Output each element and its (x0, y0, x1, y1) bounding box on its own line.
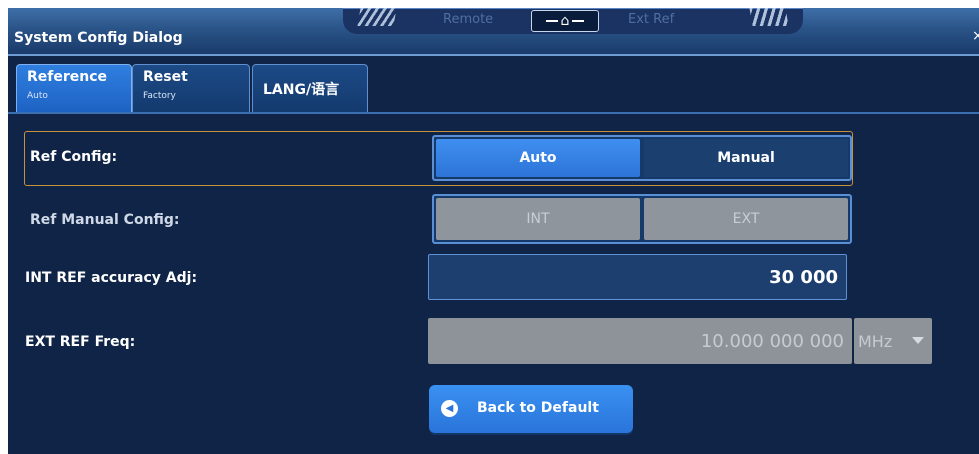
home-button[interactable]: ⌂ (531, 10, 599, 32)
title-bar: System Config Dialog Remote ⌂ Ext Ref × (8, 8, 979, 56)
home-line-right (572, 20, 585, 22)
chevron-down-icon (912, 337, 924, 344)
tab-underline (8, 112, 979, 114)
home-icon: ⌂ (560, 13, 570, 29)
ref-manual-ext-option[interactable]: EXT (644, 198, 848, 240)
ext-ref-freq-input[interactable]: 10.000 000 000 (428, 318, 852, 364)
ref-config-manual-option[interactable]: Manual (644, 139, 848, 177)
unit-label: MHz (858, 331, 893, 351)
int-ref-accuracy-label: INT REF accuracy Adj: (25, 270, 198, 286)
ext-ref-status: Ext Ref (628, 12, 675, 27)
tab-lang[interactable]: LANG/语言 (252, 64, 368, 114)
decor-stripes-left (357, 8, 397, 26)
ext-ref-freq-label: EXT REF Freq: (25, 334, 136, 350)
close-icon[interactable]: × (972, 28, 979, 44)
ref-manual-config-label: Ref Manual Config: (30, 212, 180, 228)
remote-status: Remote (443, 12, 494, 27)
tab-reset[interactable]: Reset Factory (132, 64, 250, 114)
tab-reference-sublabel: Auto (27, 91, 48, 101)
tab-reset-label: Reset (143, 69, 188, 85)
tab-lang-label: LANG/语言 (263, 82, 340, 98)
ref-manual-int-option[interactable]: INT (436, 198, 640, 240)
ref-manual-config-toggle: INT EXT (432, 194, 852, 244)
decor-stripes-right (749, 8, 789, 26)
home-line-left (545, 20, 558, 22)
system-config-dialog: System Config Dialog Remote ⌂ Ext Ref × … (8, 8, 979, 454)
tab-bar: Reference Auto Reset Factory LANG/语言 (8, 54, 979, 122)
back-to-default-label: Back to Default (477, 400, 599, 416)
ref-config-auto-option[interactable]: Auto (436, 139, 640, 177)
ref-config-toggle: Auto Manual (432, 135, 852, 181)
tab-reference-label: Reference (27, 69, 108, 85)
back-to-start-icon: ◀ (441, 400, 458, 417)
reference-panel: Ref Config: Auto Manual Ref Manual Confi… (8, 124, 979, 454)
ref-config-label: Ref Config: (30, 149, 118, 165)
ext-ref-freq-unit-select[interactable]: MHz (854, 318, 932, 364)
tab-reference[interactable]: Reference Auto (16, 64, 132, 114)
status-strip: Remote ⌂ Ext Ref (343, 8, 803, 34)
int-ref-accuracy-input[interactable]: 30 000 (428, 254, 847, 300)
back-to-default-button[interactable]: ◀ Back to Default (429, 385, 633, 433)
dialog-title: System Config Dialog (14, 30, 183, 46)
tab-reset-sublabel: Factory (143, 91, 176, 101)
